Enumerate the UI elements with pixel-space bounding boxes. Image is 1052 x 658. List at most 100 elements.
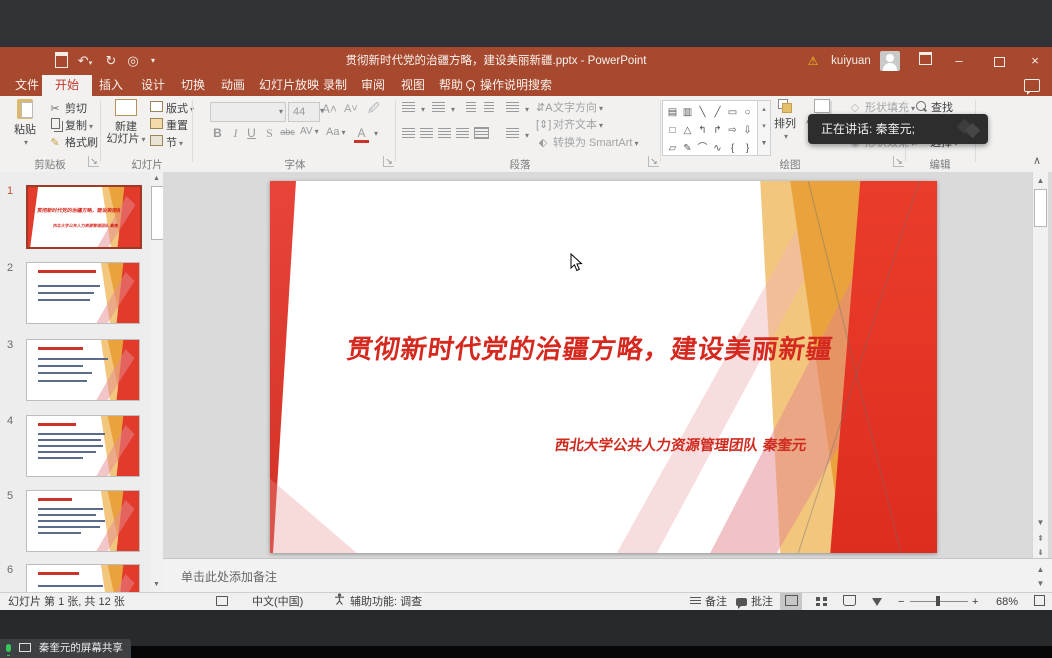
justify-icon[interactable] bbox=[456, 127, 473, 143]
shape-elbow-icon[interactable]: ↰ bbox=[695, 123, 710, 138]
tell-me-search[interactable]: 操作说明搜索 bbox=[466, 75, 552, 96]
shape-parallelogram-icon[interactable]: ▱ bbox=[665, 141, 680, 156]
new-slide-button[interactable]: 新建幻灯片▾ bbox=[104, 99, 148, 155]
redo-icon[interactable]: ↻ bbox=[102, 52, 120, 69]
layout-button[interactable]: 版式▾ bbox=[150, 101, 194, 117]
view-sorter-button[interactable] bbox=[810, 593, 832, 611]
scroll-down-icon[interactable]: ▼ bbox=[150, 578, 163, 591]
bold-button[interactable]: B bbox=[210, 126, 225, 140]
shape-rectangle-icon[interactable]: ▭ bbox=[725, 105, 740, 120]
shape-rounded-rect-icon[interactable]: □ bbox=[665, 123, 680, 138]
shape-vtextbox-icon[interactable]: ▥ bbox=[680, 105, 695, 120]
zoom-slider-handle[interactable] bbox=[936, 596, 940, 606]
notes-pane[interactable]: 单击此处添加备注 ▲ ▼ bbox=[163, 558, 1052, 593]
font-color-button[interactable]: A bbox=[354, 126, 369, 143]
shape-brace-left-icon[interactable]: { bbox=[725, 141, 740, 156]
slide-thumbnail-4[interactable] bbox=[26, 415, 140, 477]
shape-arc-icon[interactable]: ⌒ bbox=[695, 141, 710, 156]
ribbon-display-options-icon[interactable] bbox=[912, 47, 938, 75]
font-name-combo[interactable]: ▾ bbox=[210, 102, 286, 122]
tab-home[interactable]: 开始 bbox=[42, 75, 92, 96]
restore-button[interactable] bbox=[984, 47, 1014, 75]
change-case-button[interactable]: Aa▾ bbox=[326, 126, 345, 138]
slide-thumbnail-1[interactable]: 贯彻新时代党的治疆方略，建设美丽新疆 西北大学公共人力资源管理团队 秦奎元 bbox=[26, 185, 142, 249]
shapes-gallery-scroll[interactable]: ▴▾▼ bbox=[757, 100, 771, 156]
notes-scroll-down-icon[interactable]: ▼ bbox=[1034, 577, 1047, 591]
slide-thumbnail-3[interactable] bbox=[26, 339, 140, 401]
distribute-icon[interactable] bbox=[474, 127, 493, 143]
account-name[interactable]: kuiyuan bbox=[826, 47, 876, 75]
accessibility-status[interactable]: 辅助功能: 调查 bbox=[350, 593, 422, 611]
decrease-indent-icon[interactable] bbox=[466, 101, 480, 117]
touch-mode-icon[interactable]: ◎ bbox=[124, 52, 142, 69]
shape-arrow-right-icon[interactable]: ⇨ bbox=[725, 123, 740, 138]
collapse-ribbon-icon[interactable]: ∧ bbox=[1033, 154, 1041, 167]
reset-button[interactable]: 重置 bbox=[150, 118, 188, 134]
increase-font-icon[interactable]: A˄ bbox=[322, 101, 337, 117]
slide-subtitle-text[interactable]: 西北大学公共人力资源管理团队 秦奎元 bbox=[554, 434, 808, 455]
paragraph-dialog-launcher[interactable]: ↘ bbox=[648, 156, 659, 167]
copy-button[interactable]: 复制▾ bbox=[48, 118, 93, 134]
bullets-button[interactable]: ▾ bbox=[402, 101, 425, 117]
thumbnail-scrollbar[interactable]: ▲ ▼ bbox=[150, 172, 163, 592]
warning-icon[interactable]: ⚠ bbox=[803, 47, 823, 75]
shape-arrow-line-icon[interactable]: ╱ bbox=[710, 105, 725, 120]
underline-button[interactable]: U bbox=[244, 126, 259, 140]
minimize-button[interactable]: – bbox=[944, 47, 974, 75]
view-normal-button[interactable] bbox=[780, 593, 802, 611]
slide-number-indicator[interactable]: 幻灯片 第 1 张, 共 12 张 bbox=[8, 593, 125, 611]
shape-line-icon[interactable]: ╲ bbox=[695, 105, 710, 120]
scroll-up-icon[interactable]: ▲ bbox=[1034, 174, 1047, 188]
font-dialog-launcher[interactable]: ↘ bbox=[383, 156, 394, 167]
clear-formatting-icon[interactable]: 🖉 bbox=[368, 101, 380, 117]
italic-button[interactable]: I bbox=[228, 126, 243, 141]
strikethrough-button[interactable]: abc bbox=[280, 127, 295, 137]
notes-toggle[interactable]: 备注 bbox=[690, 593, 727, 611]
comments-icon[interactable] bbox=[1024, 79, 1040, 92]
increase-indent-icon[interactable] bbox=[484, 101, 498, 117]
clipboard-dialog-launcher[interactable]: ↘ bbox=[88, 156, 99, 167]
shape-oval-icon[interactable]: ○ bbox=[740, 105, 755, 120]
language-indicator[interactable]: 中文(中国) bbox=[252, 593, 303, 611]
scroll-down-icon[interactable]: ▼ bbox=[1034, 516, 1047, 530]
drawing-dialog-launcher[interactable]: ↘ bbox=[893, 156, 904, 167]
text-direction-button[interactable]: ⇵A文字方向▾ bbox=[536, 100, 603, 116]
slide-editing-area[interactable]: 贯彻新时代党的治疆方略，建设美丽新疆 西北大学公共人力资源管理团队 秦奎元 bbox=[270, 181, 937, 553]
notes-scroll-up-icon[interactable]: ▲ bbox=[1034, 563, 1047, 577]
character-spacing-button[interactable]: AV▾ bbox=[300, 126, 319, 137]
spell-check-icon[interactable] bbox=[216, 593, 228, 611]
slide-thumbnail-5[interactable] bbox=[26, 490, 140, 552]
fit-to-window-icon[interactable] bbox=[1034, 593, 1045, 611]
qat-customize-icon[interactable]: ▾ bbox=[144, 52, 162, 69]
view-reading-button[interactable] bbox=[838, 593, 860, 611]
comments-toggle[interactable]: 批注 bbox=[736, 593, 773, 611]
zoom-in-icon[interactable]: + bbox=[972, 593, 978, 611]
slide-thumbnail-6[interactable] bbox=[26, 564, 140, 592]
previous-slide-icon[interactable]: ⇞ bbox=[1034, 532, 1047, 546]
align-right-icon[interactable] bbox=[438, 127, 455, 143]
zoom-percentage[interactable]: 68% bbox=[996, 593, 1018, 611]
shape-brace-right-icon[interactable]: } bbox=[740, 141, 755, 156]
decrease-font-icon[interactable]: A˅ bbox=[344, 101, 358, 117]
align-text-button[interactable]: [⇕]对齐文本▾ bbox=[536, 117, 603, 133]
format-painter-button[interactable]: ✎格式刷 bbox=[48, 135, 98, 151]
zoom-slider[interactable] bbox=[910, 601, 968, 602]
cut-button[interactable]: ✂剪切 bbox=[48, 101, 87, 117]
avatar[interactable] bbox=[880, 51, 900, 71]
notes-placeholder[interactable]: 单击此处添加备注 bbox=[181, 568, 277, 585]
scroll-up-icon[interactable]: ▲ bbox=[150, 172, 163, 185]
numbering-button[interactable]: ▾ bbox=[432, 101, 455, 117]
undo-icon[interactable]: ↶▾ bbox=[76, 52, 94, 69]
shapes-gallery[interactable]: ▤▥╲╱▭○ □△↰↱⇨⇩ ▱✎⌒∿{} bbox=[662, 100, 760, 156]
save-icon[interactable] bbox=[52, 52, 70, 69]
columns-button[interactable]: ▾ bbox=[506, 127, 529, 143]
convert-smartart-button[interactable]: ⬖转换为 SmartArt▾ bbox=[536, 135, 638, 151]
close-button[interactable]: × bbox=[1020, 47, 1050, 75]
shape-freeform-icon[interactable]: ✎ bbox=[680, 141, 695, 156]
shape-textbox-icon[interactable]: ▤ bbox=[665, 105, 680, 120]
view-slideshow-button[interactable] bbox=[866, 593, 888, 611]
section-button[interactable]: 节▾ bbox=[150, 135, 183, 151]
paste-button[interactable]: 粘贴▾ bbox=[4, 99, 46, 155]
arrange-button[interactable]: 排列▾ bbox=[770, 99, 800, 155]
scrollbar-thumb[interactable] bbox=[1034, 189, 1047, 227]
